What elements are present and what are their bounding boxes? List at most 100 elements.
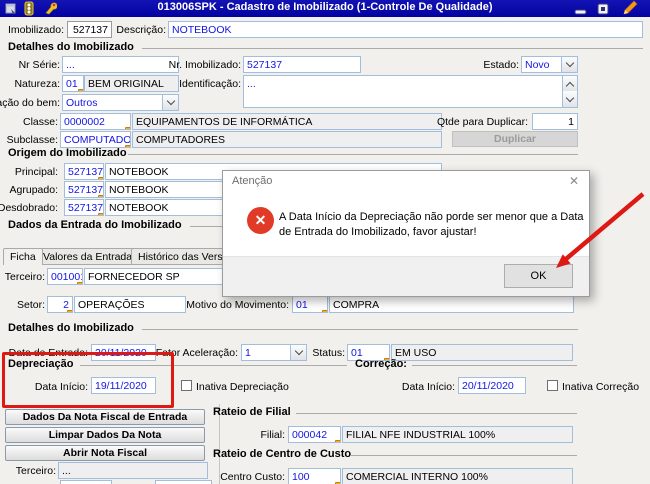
- abrir-nota-fiscal-button[interactable]: Abrir Nota Fiscal: [5, 445, 205, 461]
- status-desc-field: EM USO: [391, 344, 573, 361]
- classe-code-field[interactable]: 0000002: [60, 113, 131, 130]
- motivo-desc-field: COMPRA: [329, 296, 574, 313]
- descricao-field[interactable]: NOTEBOOK: [168, 21, 643, 38]
- subclasse-code-field[interactable]: COMPUTADORES: [60, 131, 131, 148]
- inativa-correcao-checkbox[interactable]: [547, 380, 558, 391]
- dialog-title: Atenção: [232, 175, 273, 187]
- nr-imobilizado-field[interactable]: 527137: [243, 56, 361, 73]
- nf-partial-field-1[interactable]: [60, 480, 112, 484]
- desdobrado-code-field[interactable]: 527137: [64, 199, 104, 216]
- inativa-depreciacao-checkbox[interactable]: [181, 380, 192, 391]
- section-correcao-rule: [412, 365, 577, 366]
- dados-nota-fiscal-button[interactable]: Dados Da Nota Fiscal de Entrada: [5, 409, 205, 425]
- terceiro-code-field[interactable]: 001001: [47, 268, 83, 285]
- estado-value: Novo: [525, 59, 550, 71]
- window-title: 013006SPK - Cadastro de Imobilizado (1-C…: [157, 1, 493, 13]
- section-rateio-cc: Rateio de Centro de Custo: [213, 448, 352, 460]
- agrupado-label: Agrupado:: [9, 184, 58, 196]
- section-origem-rule: [128, 154, 578, 155]
- qtde-duplicar-field[interactable]: 1: [532, 113, 578, 130]
- identificacao-label: Identificação:: [179, 78, 241, 90]
- annotation-arrow: [556, 192, 645, 268]
- centro-custo-label: Centro Custo:: [220, 471, 285, 483]
- edit-pencil-icon[interactable]: [621, 0, 638, 19]
- atencao-dialog: Atenção ✕ ✕ A Data Início da Depreciação…: [222, 170, 590, 297]
- limpar-dados-nota-button[interactable]: Limpar Dados Da Nota: [5, 427, 205, 443]
- cor-data-inicio-label: Data Início:: [401, 381, 455, 393]
- lookup-dot-icon: [98, 177, 103, 179]
- section-correcao: Correção:: [355, 358, 407, 370]
- desdobrado-label: Desdobrado:: [0, 202, 58, 214]
- duplicar-button[interactable]: Duplicar: [452, 131, 578, 147]
- close-icon[interactable]: ✕: [569, 174, 579, 188]
- maximize-icon[interactable]: [597, 3, 609, 18]
- chevron-down-icon[interactable]: [162, 95, 178, 110]
- nf-partial-field-2[interactable]: [155, 480, 212, 484]
- nr-imobilizado-label: Nr. Imobilizado:: [168, 59, 241, 71]
- qtde-duplicar-label: Qtde para Duplicar:: [436, 116, 528, 128]
- subclasse-desc-field: COMPUTADORES: [132, 131, 442, 148]
- estado-dropdown[interactable]: Novo: [521, 56, 578, 73]
- section-dados-entrada: Dados da Entrada do Imobilizado: [8, 219, 182, 231]
- lookup-dot-icon: [98, 195, 103, 197]
- cor-data-inicio-field[interactable]: 20/11/2020: [458, 377, 526, 394]
- lookup-dot-icon: [77, 282, 82, 284]
- motivo-label: Motivo do Movimento:: [186, 299, 289, 311]
- chevron-down-icon[interactable]: [290, 345, 306, 360]
- classe-code: 0000002: [64, 116, 105, 128]
- section-rateio-filial: Rateio de Filial: [213, 406, 291, 418]
- centro-custo-code: 100: [292, 471, 310, 483]
- subclasse-label: Subclasse:: [6, 134, 58, 146]
- principal-code-field[interactable]: 527137: [64, 163, 104, 180]
- utilizacao-value: Outros: [66, 97, 98, 109]
- lookup-dot-icon: [335, 440, 340, 442]
- estado-label: Estado:: [483, 59, 519, 71]
- status-label: Status:: [312, 347, 345, 359]
- natureza-desc-field: BEM ORIGINAL: [84, 75, 179, 92]
- nf-terceiro-field[interactable]: ...: [58, 462, 208, 479]
- utilizacao-dropdown[interactable]: Outros: [62, 94, 179, 111]
- app-window: 013006SPK - Cadastro de Imobilizado (1-C…: [0, 0, 650, 484]
- motivo-code-field[interactable]: 01: [292, 296, 328, 313]
- filial-desc-field: FILIAL NFE INDUSTRIAL 100%: [342, 426, 573, 443]
- natureza-code-field[interactable]: 01: [62, 75, 84, 92]
- scroll-up-icon[interactable]: [562, 76, 577, 92]
- filial-code: 000042: [292, 429, 328, 441]
- natureza-label: Natureza:: [14, 78, 60, 90]
- inativa-depreciacao-label[interactable]: Inativa Depreciação: [196, 379, 289, 395]
- nr-serie-label: Nr Série:: [18, 59, 60, 71]
- filial-code-field[interactable]: 000042: [288, 426, 341, 443]
- lookup-dot-icon: [98, 213, 103, 215]
- principal-label: Principal:: [14, 166, 58, 178]
- setor-label: Setor:: [16, 299, 45, 311]
- identificacao-field[interactable]: ...: [243, 75, 578, 108]
- imobilizado-field[interactable]: 527137: [67, 21, 112, 38]
- motivo-code: 01: [296, 299, 308, 311]
- nf-terceiro-label: Terceiro:: [15, 465, 56, 477]
- annotation-rectangle: [2, 352, 174, 408]
- section-origem: Origem do Imobilizado: [8, 147, 127, 159]
- tab-valores-entrada[interactable]: Valores da Entrada: [36, 248, 140, 264]
- inativa-correcao-label[interactable]: Inativa Correção: [562, 379, 639, 395]
- scroll-down-icon[interactable]: [562, 91, 577, 107]
- section-detalhes-rule: [142, 48, 643, 49]
- lookup-dot-icon: [125, 127, 130, 129]
- minimize-icon[interactable]: [574, 6, 587, 18]
- title-bar: 013006SPK - Cadastro de Imobilizado (1-C…: [0, 0, 650, 17]
- fator-aceleracao-value: 1: [245, 347, 251, 359]
- error-icon: ✕: [247, 207, 274, 234]
- setor-code-field[interactable]: 2: [47, 296, 73, 313]
- nr-serie-field[interactable]: ...: [62, 56, 179, 73]
- tab-ficha[interactable]: Ficha: [3, 248, 43, 265]
- centro-custo-code-field[interactable]: 100: [288, 468, 341, 484]
- chevron-down-icon[interactable]: [561, 57, 577, 72]
- descricao-label: Descrição:: [116, 24, 166, 36]
- classe-desc-field: EQUIPAMENTOS DE INFORMÁTICA: [132, 113, 442, 130]
- natureza-code: 01: [66, 78, 78, 90]
- fator-aceleracao-dropdown[interactable]: 1: [241, 344, 307, 361]
- agrupado-code-field[interactable]: 527137: [64, 181, 104, 198]
- filial-label: Filial:: [260, 429, 285, 441]
- section-detalhes2-rule: [142, 329, 578, 330]
- centro-custo-desc-field: COMERCIAL INTERNO 100%: [342, 468, 573, 484]
- section-rateio-cc-rule: [350, 455, 577, 456]
